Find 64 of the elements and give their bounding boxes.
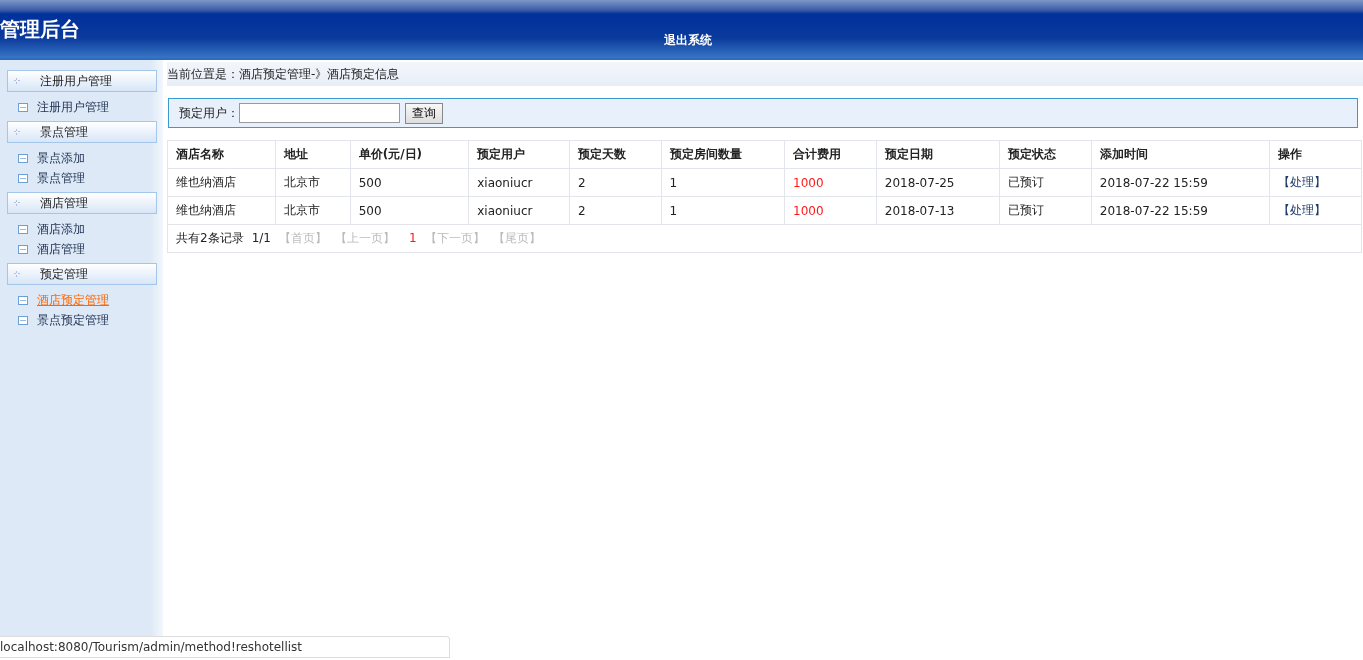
list-icon: [18, 244, 28, 254]
app-title: 管理后台: [0, 16, 80, 43]
table-cell: 2018-07-22 15:59: [1091, 196, 1270, 225]
list-icon: [18, 315, 28, 325]
breadcrumb: 当前位置是：酒店预定管理-》酒店预定信息: [167, 65, 400, 83]
column-header: 单价(元/日): [350, 140, 469, 169]
column-header: 预定日期: [876, 140, 1000, 169]
column-header: 预定状态: [999, 140, 1092, 169]
menu-item[interactable]: 景点管理: [0, 168, 163, 188]
menu-group-header[interactable]: 酒店管理: [7, 192, 157, 214]
table-cell: 1000: [784, 196, 877, 225]
column-header: 合计费用: [784, 140, 877, 169]
current-page: 1: [408, 231, 417, 245]
table-cell: 2: [569, 168, 662, 197]
menu-group-header[interactable]: 景点管理: [7, 121, 157, 143]
table-cell: 500: [350, 196, 469, 225]
table-cell: 维也纳酒店: [167, 168, 276, 197]
menu-item[interactable]: 景点添加: [0, 148, 163, 168]
user-input-field[interactable]: [239, 103, 400, 123]
table-cell: 500: [350, 168, 469, 197]
dots-icon: [14, 129, 20, 135]
page-indicator: 1/1: [251, 231, 271, 245]
record-count: 共有2条记录: [176, 231, 244, 245]
process-link[interactable]: 【处理】: [1269, 168, 1362, 197]
table-cell: xiaoniucr: [468, 196, 570, 225]
table-cell: 已预订: [999, 196, 1092, 225]
status-url: localhost:8080/Tourism/admin/method!reshotellist: [0, 636, 450, 658]
table-cell: 1000: [784, 168, 877, 197]
list-icon: [18, 102, 28, 112]
list-icon: [18, 173, 28, 183]
logout-link[interactable]: 退出系统: [664, 32, 712, 49]
list-icon: [18, 153, 28, 163]
menu-item[interactable]: 注册用户管理: [0, 97, 163, 117]
list-icon: [18, 295, 28, 305]
table-cell: 1: [661, 196, 785, 225]
menu-item[interactable]: 景点预定管理: [0, 310, 163, 330]
table-cell: 2018-07-25: [876, 168, 1000, 197]
dots-icon: [14, 200, 20, 206]
process-link[interactable]: 【处理】: [1269, 196, 1362, 225]
dots-icon: [14, 78, 20, 84]
column-header: 预定天数: [569, 140, 662, 169]
column-header: 预定房间数量: [661, 140, 785, 169]
dots-icon: [14, 271, 20, 277]
column-header: 操作: [1269, 140, 1362, 169]
table-cell: 2018-07-13: [876, 196, 1000, 225]
column-header: 地址: [275, 140, 351, 169]
table-cell: 北京市: [275, 196, 351, 225]
list-icon: [18, 224, 28, 234]
column-header: 酒店名称: [167, 140, 276, 169]
table-cell: 2018-07-22 15:59: [1091, 168, 1270, 197]
column-header: 预定用户: [468, 140, 570, 169]
table-cell: 1: [661, 168, 785, 197]
table-cell: 北京市: [275, 168, 351, 197]
table-cell: 已预订: [999, 168, 1092, 197]
query-button[interactable]: 查询: [405, 102, 443, 124]
menu-item[interactable]: 酒店管理: [0, 239, 163, 259]
search-label: 预定用户：: [179, 104, 239, 122]
menu-item[interactable]: 酒店添加: [0, 219, 163, 239]
menu-group-header[interactable]: 预定管理: [7, 263, 157, 285]
table-cell: 维也纳酒店: [167, 196, 276, 225]
table-cell: xiaoniucr: [468, 168, 570, 197]
menu-group-header[interactable]: 注册用户管理: [7, 70, 157, 92]
column-header: 添加时间: [1091, 140, 1270, 169]
table-cell: 2: [569, 196, 662, 225]
